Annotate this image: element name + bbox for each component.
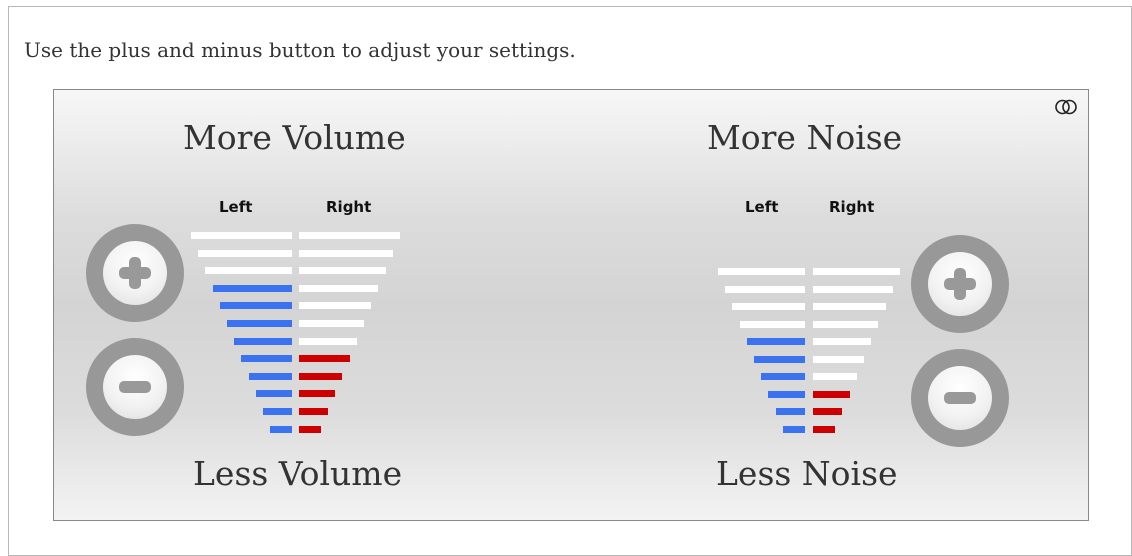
volume-left-bar xyxy=(205,267,292,275)
minus-icon xyxy=(103,355,167,419)
volume-left-bar xyxy=(255,390,292,398)
volume-left-bar xyxy=(212,284,292,292)
volume-left-bar xyxy=(219,302,292,310)
noise-left-bar xyxy=(782,425,805,433)
volume-right-bar xyxy=(299,355,350,363)
volume-right-bar xyxy=(299,232,400,239)
noise-right-bar xyxy=(813,285,893,293)
plus-icon xyxy=(103,241,167,305)
volume-right-bar xyxy=(299,408,328,415)
noise-left-header: Left xyxy=(745,198,779,216)
noise-left-bar xyxy=(732,303,805,310)
volume-right-bar xyxy=(299,425,321,433)
volume-right-bar xyxy=(299,372,343,380)
noise-left-bar xyxy=(768,390,805,398)
volume-right-bar xyxy=(299,249,393,257)
noise-right-bar xyxy=(813,425,836,433)
volume-plus-button[interactable] xyxy=(86,224,184,322)
noise-right-bar xyxy=(813,390,850,398)
noise-right-bar xyxy=(813,373,857,380)
noise-right-header: Right xyxy=(829,198,875,216)
volume-right-bar xyxy=(299,284,379,292)
noise-left-bar xyxy=(718,268,805,275)
noise-right-bar xyxy=(813,338,872,345)
noise-right-bar xyxy=(813,320,879,328)
volume-left-bar xyxy=(241,355,292,363)
more-volume-label: More Volume xyxy=(183,118,406,157)
plus-icon xyxy=(928,252,992,316)
noise-right-bar xyxy=(813,268,900,275)
volume-right-bar xyxy=(299,320,364,327)
noise-right-bar xyxy=(813,355,864,363)
noise-left-bar xyxy=(725,285,805,293)
more-noise-label: More Noise xyxy=(707,118,903,157)
volume-minus-button[interactable] xyxy=(86,338,184,436)
noise-plus-button[interactable] xyxy=(911,235,1009,333)
noise-right-bar xyxy=(813,303,886,310)
volume-right-bar xyxy=(299,390,336,398)
less-volume-label: Less Volume xyxy=(193,454,403,493)
volume-left-bar xyxy=(234,337,292,345)
volume-right-bar xyxy=(299,337,357,345)
noise-left-bar xyxy=(746,338,805,345)
volume-left-bar xyxy=(198,249,292,257)
volume-right-header: Right xyxy=(326,198,372,216)
volume-left-bar xyxy=(227,320,292,327)
noise-left-bar xyxy=(761,373,805,380)
volume-left-header: Left xyxy=(219,198,253,216)
volume-right-bar xyxy=(299,267,386,275)
hearing-settings-panel: More Volume Less Volume Left Right More … xyxy=(53,89,1089,521)
noise-left-bar xyxy=(775,408,805,415)
noise-right-bar xyxy=(813,408,843,415)
volume-left-bar xyxy=(270,425,292,433)
minus-icon xyxy=(928,366,992,430)
volume-right-bar xyxy=(299,302,372,310)
interlocking-rings-icon xyxy=(1055,99,1077,115)
volume-left-bar xyxy=(191,232,292,239)
volume-left-bar xyxy=(248,372,292,380)
instructions-text: Use the plus and minus button to adjust … xyxy=(24,38,576,62)
volume-left-bar xyxy=(263,408,292,415)
noise-left-bar xyxy=(754,355,805,363)
noise-minus-button[interactable] xyxy=(911,349,1009,447)
less-noise-label: Less Noise xyxy=(716,454,898,493)
noise-left-bar xyxy=(739,320,805,328)
